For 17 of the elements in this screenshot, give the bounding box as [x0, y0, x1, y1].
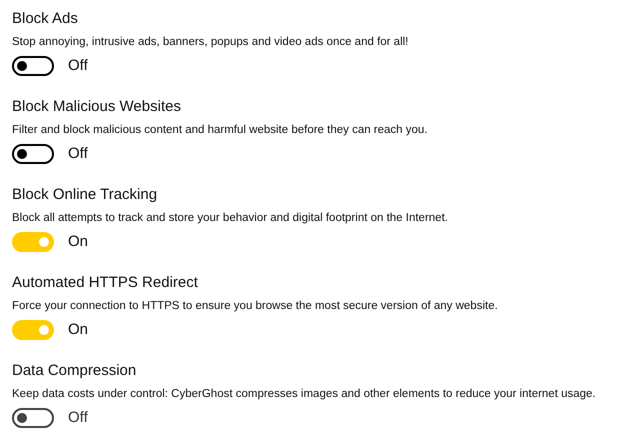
- setting-description: Block all attempts to track and store your behavior and digital footprint on the Internet.: [12, 211, 449, 226]
- setting-title: Automated HTTPS Redirect: [12, 273, 199, 293]
- toggle-state-label: Off: [68, 144, 88, 164]
- setting-description: Keep data costs under control: CyberGhost compresses images and other elements to reduce your internet usage.: [12, 387, 597, 402]
- setting-description: Filter and block malicious content and harmful website before they can reach you.: [12, 123, 428, 138]
- setting-title: Data Compression: [12, 361, 138, 381]
- setting-title: Block Online Tracking: [12, 185, 158, 205]
- setting-description: Force your connection to HTTPS to ensure you browse the most secure version of any website.: [12, 299, 499, 314]
- toggle-state-label: Off: [68, 56, 88, 76]
- toggle-state-label: On: [68, 232, 88, 252]
- toggle-state-label: Off: [68, 408, 88, 428]
- toggle-switch[interactable]: [12, 56, 54, 76]
- toggle-state-label: On: [68, 320, 88, 340]
- setting-description: Stop annoying, intrusive ads, banners, popups and video ads once and for all!: [12, 35, 410, 50]
- setting-title: Block Ads: [12, 9, 79, 29]
- setting-title: Block Malicious Websites: [12, 97, 182, 117]
- toggle-switch[interactable]: [12, 144, 54, 164]
